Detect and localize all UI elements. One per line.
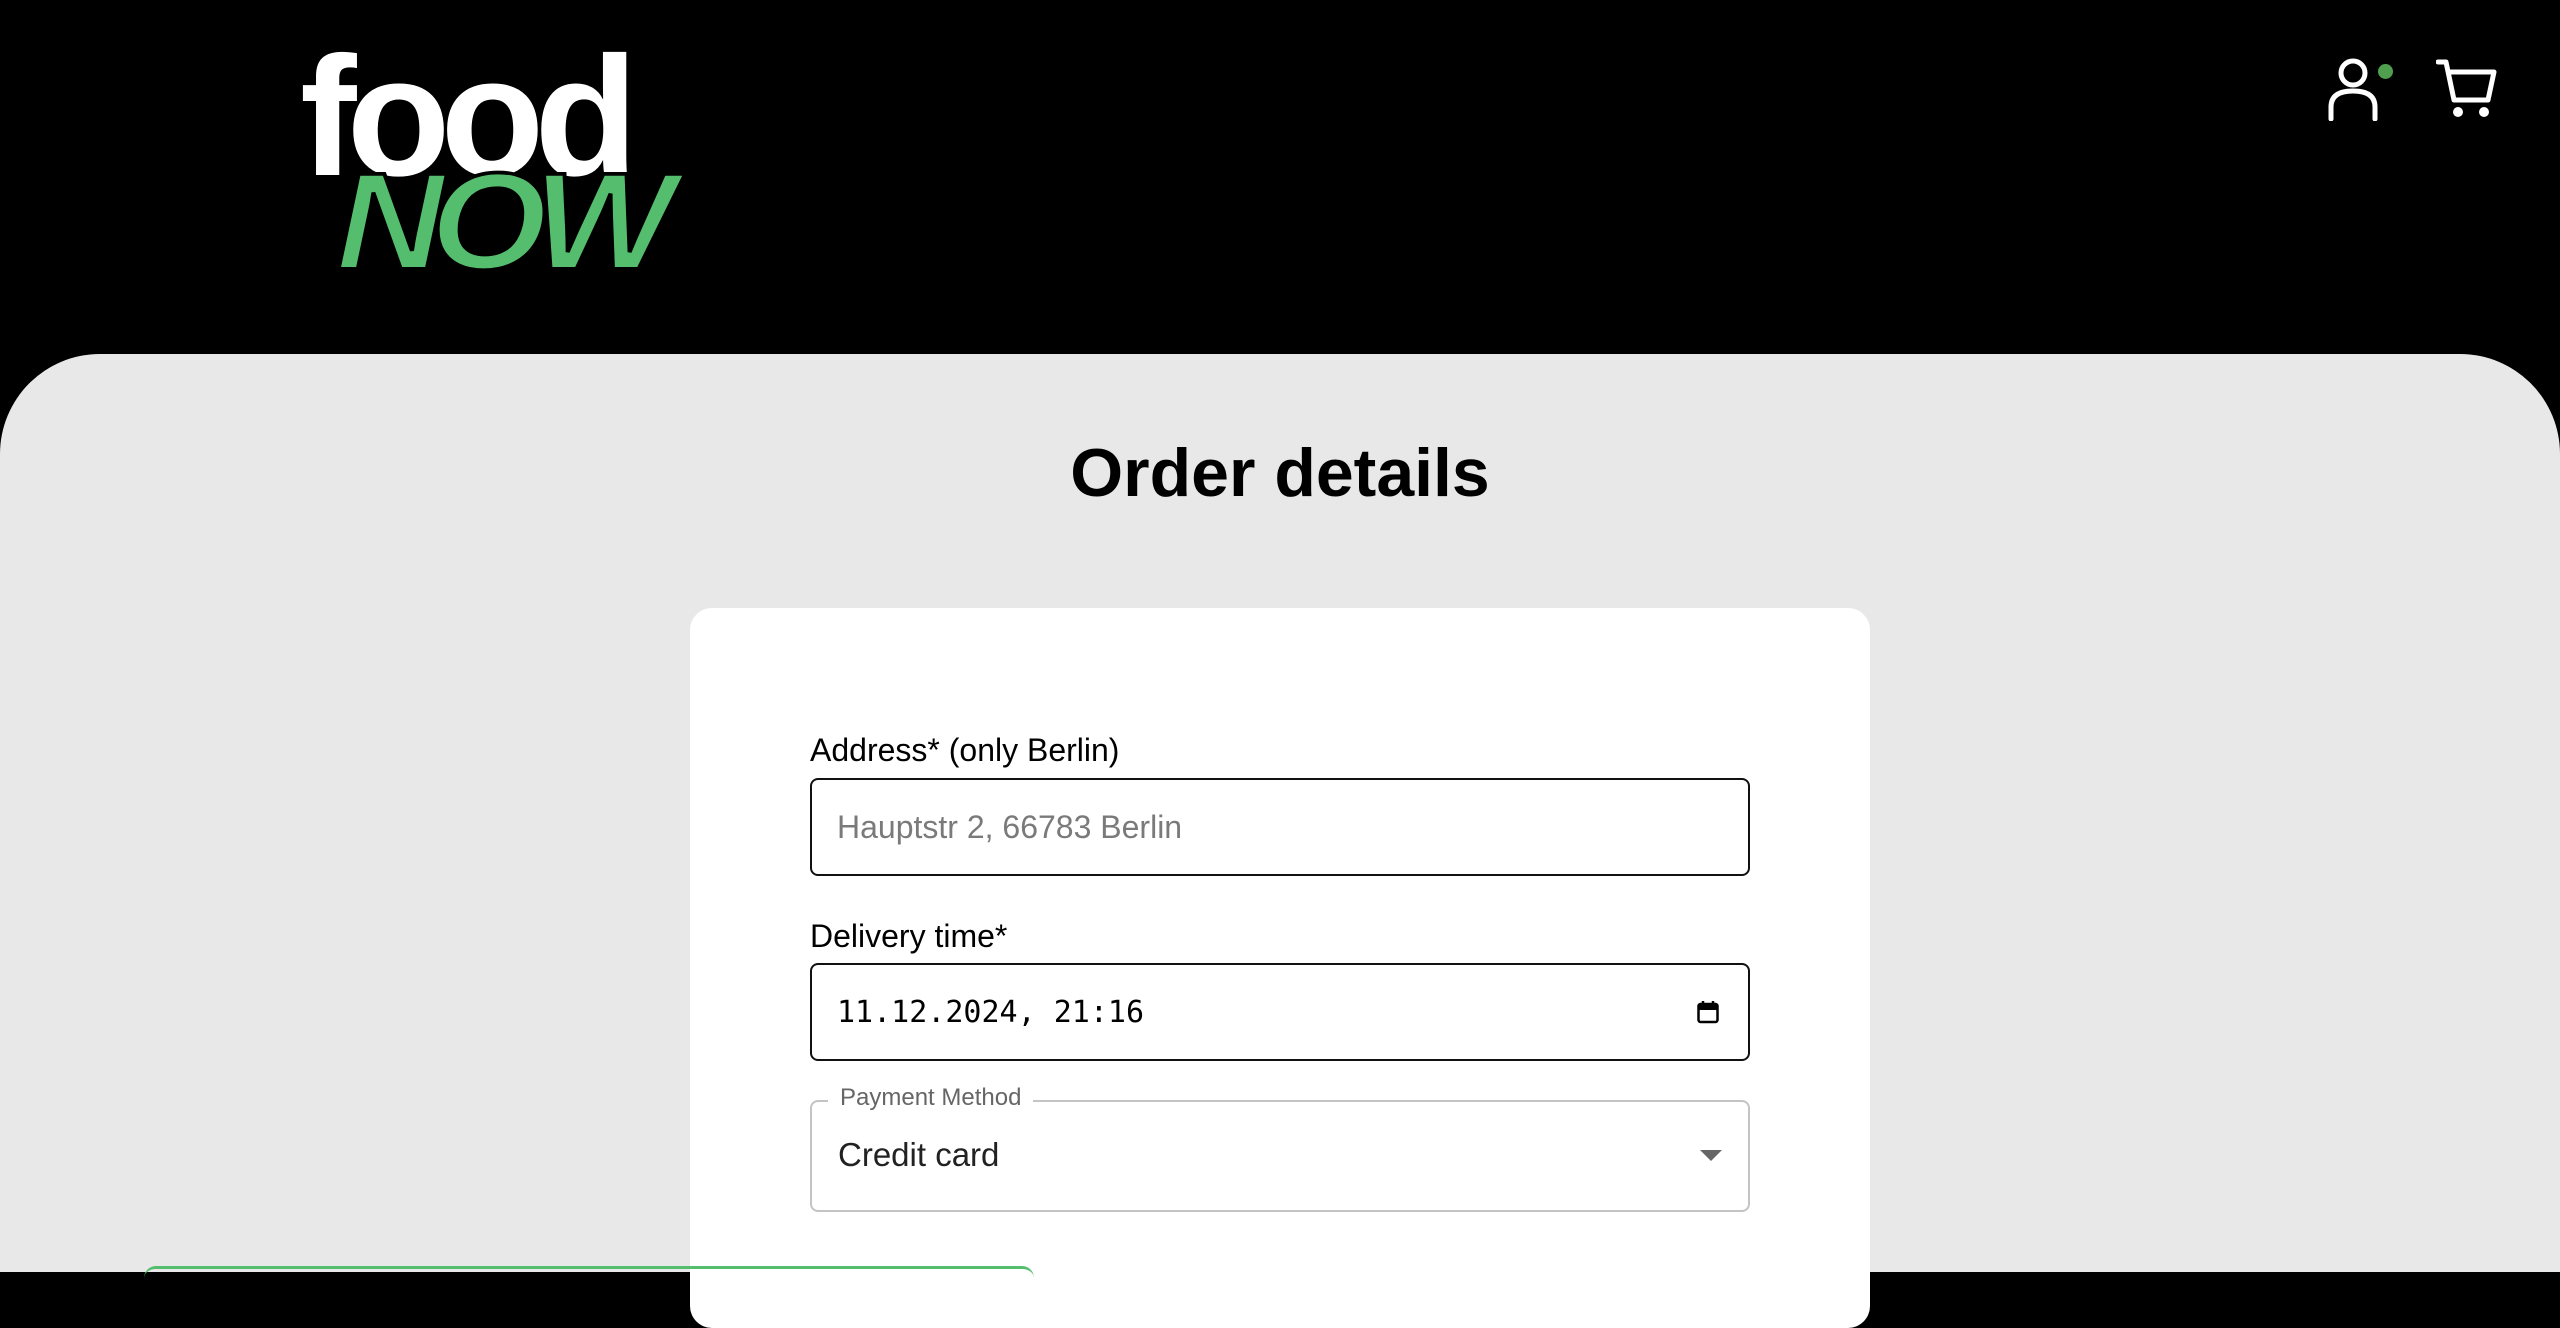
submit-button-partial[interactable]	[144, 1266, 1034, 1289]
address-input[interactable]	[810, 778, 1750, 876]
main-content: Order details Address* (only Berlin) Del…	[0, 354, 2560, 1328]
page-title: Order details	[1070, 435, 1490, 511]
user-account-button[interactable]	[2318, 54, 2388, 124]
header: food NOW	[0, 0, 2560, 356]
delivery-time-label: Delivery time*	[810, 918, 1008, 954]
user-status-indicator	[2378, 64, 2393, 79]
dropdown-arrow-icon[interactable]	[1700, 1150, 1722, 1161]
order-form-card: Address* (only Berlin) Delivery time* 11…	[690, 608, 1870, 1328]
logo[interactable]: food NOW	[300, 32, 700, 292]
payment-method-value: Credit card	[838, 1136, 1000, 1173]
cart-icon	[2436, 59, 2497, 117]
payment-method-select[interactable]: Payment Method Credit card	[810, 1084, 1750, 1212]
logo-now-text: NOW	[334, 143, 677, 299]
calendar-icon[interactable]	[1693, 997, 1723, 1027]
cart-button[interactable]	[2432, 54, 2502, 124]
delivery-time-input[interactable]: 11.12.2024, 21:16	[810, 963, 1750, 1061]
address-label: Address* (only Berlin)	[810, 732, 1120, 768]
user-icon	[2328, 58, 2378, 121]
payment-method-legend: Payment Method	[828, 1084, 1034, 1112]
delivery-time-value: 11.12.2024, 21:16	[837, 994, 1145, 1030]
